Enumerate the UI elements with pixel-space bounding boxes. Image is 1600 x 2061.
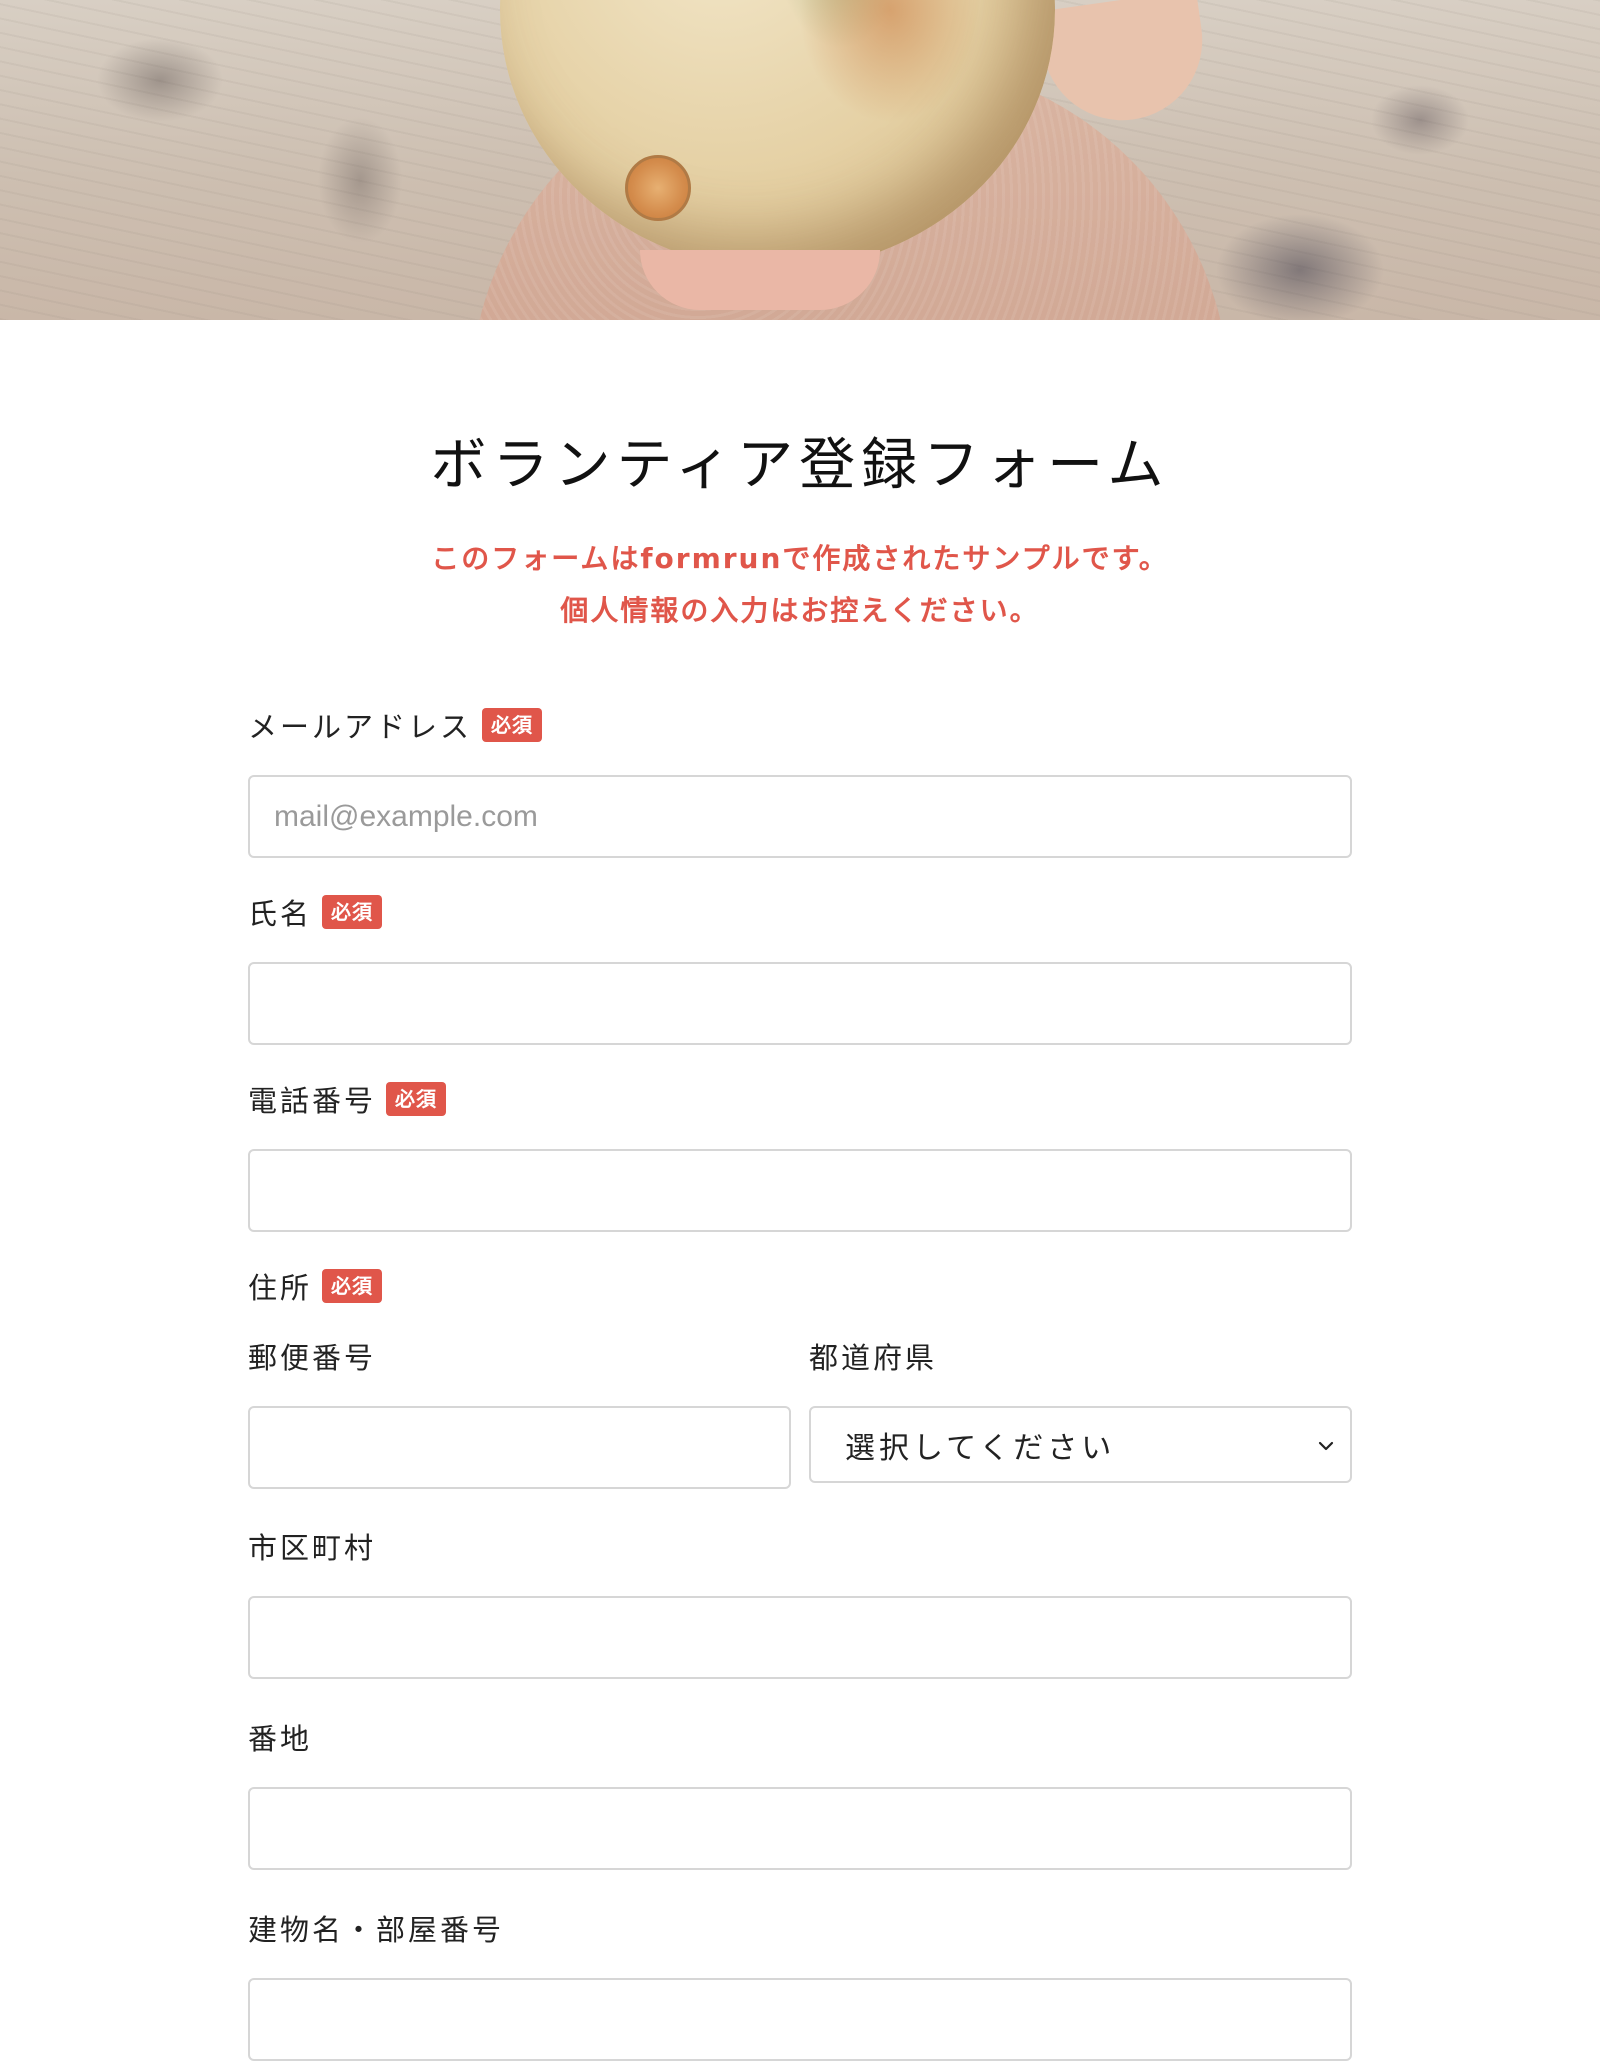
required-badge: 必須: [386, 1082, 447, 1116]
form-container: ボランティア登録フォーム このフォームはformrunで作成されたサンプルです。…: [248, 320, 1352, 2061]
postal-code-label: 郵便番号: [248, 1341, 377, 1375]
email-input[interactable]: [248, 775, 1352, 858]
prefecture-selected-value: 選択してください: [845, 1430, 1116, 1466]
email-label: メールアドレス 必須: [248, 705, 1352, 745]
chevron-down-icon: [1318, 1441, 1334, 1451]
form-description: このフォームはformrunで作成されたサンプルです。 個人情報の入力はお控えく…: [248, 533, 1352, 637]
building-input[interactable]: [248, 1978, 1352, 2061]
street-label: 番地: [248, 1722, 313, 1756]
address-label: 住所 必須: [248, 1266, 1352, 1306]
hero-photo-compass-rose: [625, 155, 691, 221]
phone-label: 電話番号 必須: [248, 1079, 1352, 1119]
hero-photo-hands: [640, 250, 880, 310]
prefecture-group: 都道府県 選択してください: [809, 1336, 1352, 1489]
city-label: 市区町村: [248, 1531, 377, 1565]
form-description-line-1: このフォームはformrunで作成されたサンプルです。: [431, 542, 1169, 575]
postal-code-input[interactable]: [248, 1406, 791, 1489]
postal-code-group: 郵便番号: [248, 1336, 791, 1489]
name-label-text: 氏名: [248, 897, 313, 931]
hero-banner: [0, 0, 1600, 320]
email-label-text: メールアドレス: [248, 710, 473, 744]
phone-label-text: 電話番号: [248, 1084, 377, 1118]
building-label: 建物名・部屋番号: [248, 1913, 505, 1947]
required-badge: 必須: [322, 895, 383, 929]
city-input[interactable]: [248, 1596, 1352, 1679]
required-badge: 必須: [322, 1269, 383, 1303]
prefecture-label: 都道府県: [809, 1341, 938, 1375]
address-label-text: 住所: [248, 1271, 313, 1305]
name-input[interactable]: [248, 962, 1352, 1045]
form-title: ボランティア登録フォーム: [430, 433, 1170, 498]
form-description-line-2: 個人情報の入力はお控えください。: [560, 594, 1040, 627]
name-label: 氏名 必須: [248, 892, 1352, 932]
street-input[interactable]: [248, 1787, 1352, 1870]
required-badge: 必須: [482, 708, 543, 742]
phone-input[interactable]: [248, 1149, 1352, 1232]
postal-prefecture-row: 郵便番号 都道府県 選択してください: [248, 1336, 1352, 1489]
prefecture-select[interactable]: 選択してください: [809, 1406, 1352, 1483]
